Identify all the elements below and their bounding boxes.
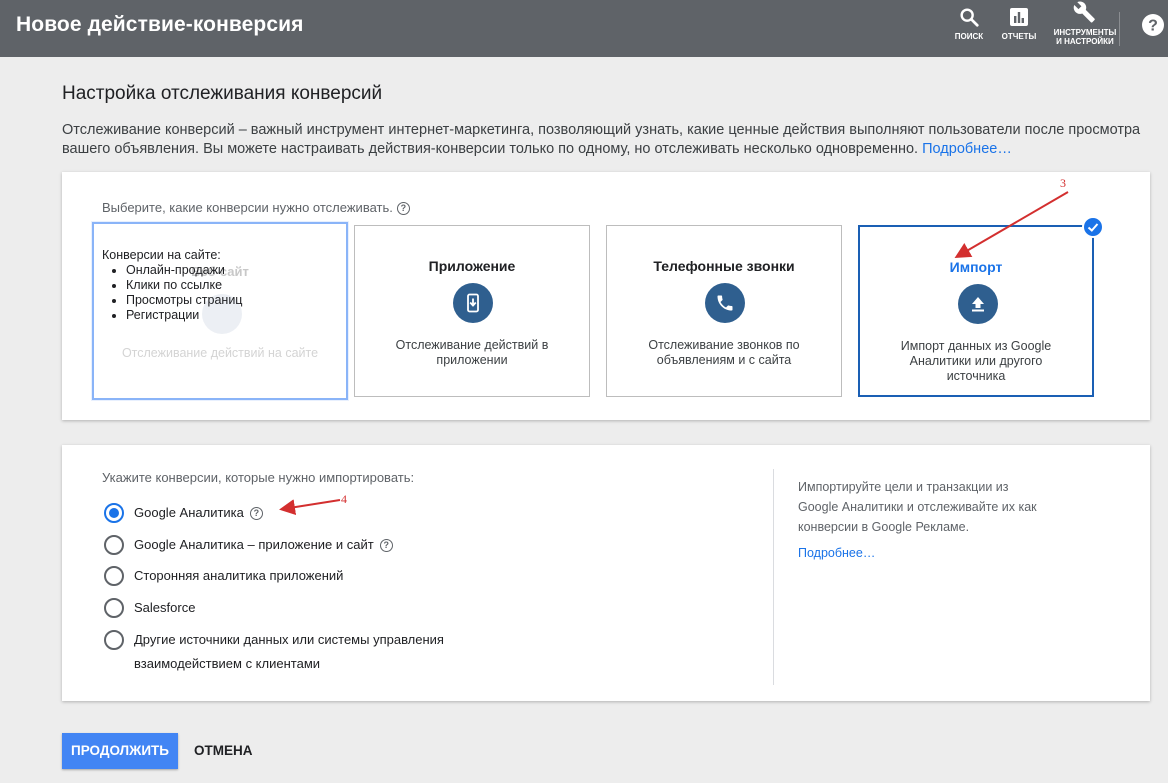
conversion-type-card: Выберите, какие конверсии нужно отслежив… [62,172,1150,420]
help-circle-icon[interactable]: ? [249,507,263,520]
tools-label-line2: И НАСТРОЙКИ [1056,37,1114,46]
search-button[interactable]: ПОИСК [953,6,985,41]
option-label: Salesforce [134,600,196,615]
tools-label-line1: ИНСТРУМЕНТЫ [1053,28,1117,37]
option-label: Google Аналитика – приложение и сайт [134,537,374,552]
list-item: Регистрации [126,308,242,323]
conversion-type-prompt-text: Выберите, какие конверсии нужно отслежив… [102,200,393,215]
radio-option-google-analytics[interactable]: Google Аналитика? [104,503,263,525]
radio-option-ga-app-web[interactable]: Google Аналитика – приложение и сайт? [104,535,393,557]
conversion-type-prompt: Выберите, какие конверсии нужно отслежив… [102,200,410,215]
radio-option-salesforce[interactable]: Salesforce [104,598,195,620]
svg-text:?: ? [1148,18,1158,35]
search-label: ПОИСК [954,32,984,41]
calls-tile-title: Телефонные звонки [653,258,795,274]
radio-button[interactable] [104,598,124,618]
import-tile-description: Импорт данных из Google Аналитики или др… [900,339,1052,383]
website-tooltip-list: Онлайн-продажи Клики по ссылке Просмотры… [126,263,242,323]
tile-phone-calls[interactable]: Телефонные звонки Отслеживание звонков п… [606,225,842,397]
app-tile-title: Приложение [428,258,516,274]
wrench-icon [1073,1,1095,23]
list-item: Клики по ссылке [126,278,242,293]
upload-icon [958,284,998,324]
tile-website[interactable]: Веб-сайт Отслеживание действий на сайте … [92,222,348,400]
radio-option-third-party[interactable]: Сторонняя аналитика приложений [104,566,343,588]
app-tile-description: Отслеживание действий в приложении [395,338,549,367]
radio-button[interactable] [104,535,124,555]
list-item: Просмотры страниц [126,293,242,308]
help-circle-icon[interactable]: ? [396,202,410,215]
cancel-button[interactable]: ОТМЕНА [194,743,253,758]
vertical-divider [773,469,774,685]
list-item: Онлайн-продажи [126,263,242,278]
import-tile-title: Импорт [949,259,1003,275]
page-title: Настройка отслеживания конверсий [62,83,383,104]
header-divider [1119,12,1120,46]
reports-label: ОТЧЕТЫ [1001,32,1037,41]
help-button[interactable]: ? [1141,13,1165,37]
top-app-bar: Новое действие-конверсия ПОИСК ОТЧЕТЫ ИН… [0,0,1168,57]
option-label: Google Аналитика [134,505,244,520]
import-source-prompt: Укажите конверсии, которые нужно импорти… [102,470,415,485]
tile-app[interactable]: Приложение Отслеживание действий в прило… [354,225,590,397]
option-label-line2: взаимодействием с клиентами [134,656,321,671]
radio-button[interactable] [104,630,124,650]
option-label: Другие источники данных или системы упра… [134,632,444,647]
learn-more-link[interactable]: Подробнее… [922,141,1012,157]
calls-tile-description: Отслеживание звонков по объявлениям и с … [648,338,800,367]
page-description: Отслеживание конверсий – важный инструме… [62,121,1152,159]
help-circle-icon[interactable]: ? [379,539,393,552]
reports-button[interactable]: ОТЧЕТЫ [1000,6,1038,41]
search-icon [960,8,979,27]
option-label: Сторонняя аналитика приложений [134,568,344,583]
bar-chart-icon [1010,8,1028,26]
selected-check-icon [1082,216,1104,238]
help-icon: ? [1142,14,1164,36]
continue-button[interactable]: ПРОДОЛЖИТЬ [62,733,178,769]
annotation-label-4: 4 [341,492,347,506]
website-tooltip-title: Конверсии на сайте: [102,248,221,262]
tile-import[interactable]: Импорт Импорт данных из Google Аналитики… [858,225,1094,397]
import-learn-more-link[interactable]: Подробнее… [798,546,875,560]
phone-download-icon [453,283,493,323]
import-source-card: Укажите конверсии, которые нужно импорти… [62,445,1150,701]
website-tile-description: Отслеживание действий на сайте [121,346,319,360]
tools-settings-button[interactable]: ИНСТРУМЕНТЫ И НАСТРОЙКИ [1052,0,1118,46]
page-header-title: Новое действие-конверсия [16,13,304,36]
radio-button[interactable] [104,503,124,523]
import-help-text: Импортируйте цели и транзакции из Google… [798,480,1037,534]
annotation-label-3: 3 [1060,176,1066,190]
radio-button[interactable] [104,566,124,586]
radio-option-other-crm[interactable]: Другие источники данных или системы упра… [104,630,444,676]
phone-icon [705,283,745,323]
website-tooltip: Конверсии на сайте: Онлайн-продажи Клики… [102,248,242,323]
